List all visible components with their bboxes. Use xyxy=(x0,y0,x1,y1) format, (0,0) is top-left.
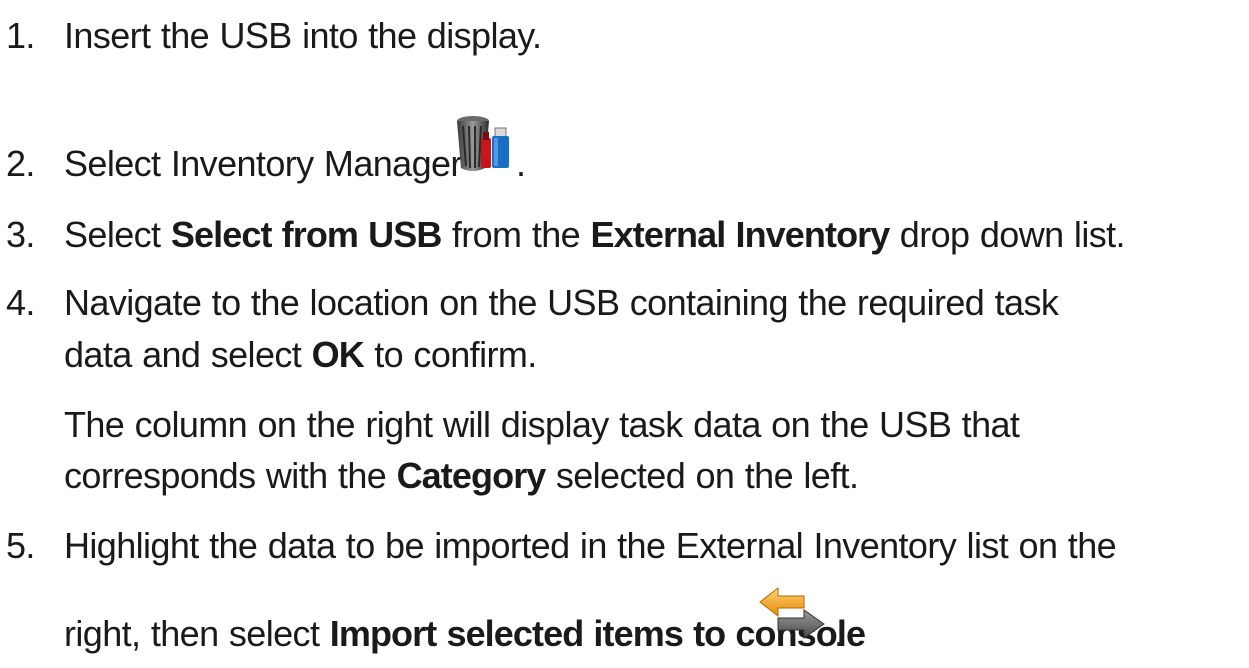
step-2-text: Select Inventory Manager xyxy=(64,142,462,185)
step-3-mid: from the xyxy=(441,214,591,255)
step-4-bold-ok: OK xyxy=(311,334,365,375)
step-4-number: 4. xyxy=(6,282,35,323)
step-3-text: Select Select from USB from the External… xyxy=(64,213,1126,256)
step-4-post: to confirm. xyxy=(363,334,537,375)
step-5-line-2: right, then select Import selected items… xyxy=(64,612,866,655)
step-5-number: 5. xyxy=(6,525,35,566)
step-3-post: drop down list. xyxy=(889,214,1126,255)
step-4-pre: data and select xyxy=(64,334,312,375)
note-pre: corresponds with the xyxy=(64,455,397,496)
step-5-pre: right, then select xyxy=(64,613,330,654)
step-4-line-1: Navigate to the location on the USB cont… xyxy=(64,282,1059,323)
step-2-period: . xyxy=(516,143,526,184)
step-3-pre: Select xyxy=(64,214,171,255)
import-arrows-icon xyxy=(759,586,825,639)
step-5-line-1: Highlight the data to be imported in the… xyxy=(64,525,1117,566)
step-3-bold-external-inventory: External Inventory xyxy=(590,214,891,255)
step-3-bold-select-from-usb: Select from USB xyxy=(170,214,442,255)
step-3-number: 3. xyxy=(6,214,35,255)
step-4-line-2: data and select OK to confirm. xyxy=(64,333,537,376)
note-line-2: corresponds with the Category selected o… xyxy=(64,454,859,497)
step-1-text: Insert the USB into the display. xyxy=(64,15,542,56)
step-1-number: 1. xyxy=(6,15,35,56)
inventory-manager-icon xyxy=(457,116,509,171)
note-post: selected on the left. xyxy=(545,455,859,496)
step-2-label: Select Inventory Manager xyxy=(64,143,462,184)
note-line-1: The column on the right will display tas… xyxy=(64,404,1020,445)
step-2-number: 2. xyxy=(6,143,35,184)
instruction-document: 1. Insert the USB into the display. 2. S… xyxy=(0,0,1249,668)
step-5-period: . xyxy=(834,613,844,654)
note-bold-category: Category xyxy=(396,455,547,496)
